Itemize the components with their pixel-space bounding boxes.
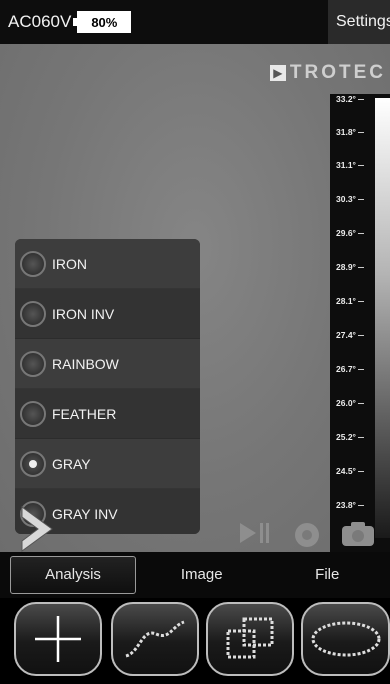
line-tool-button[interactable] [111,602,199,676]
scale-tick: 27.4° [336,330,364,340]
radio-icon[interactable] [20,400,46,427]
camera-icon[interactable] [340,520,376,548]
scale-tick: 25.2° [336,432,364,442]
palette-menu: IRON IRON INV RAINBOW FEATHER GRAY GRAY … [15,239,200,534]
crosshair-icon [35,616,81,662]
play-pause-icon[interactable] [238,520,272,546]
scale-tick: 30.3° [336,194,364,204]
ellipse-tool-button[interactable] [301,602,390,676]
palette-option-iron-inv[interactable]: IRON INV [15,289,200,339]
logo-chevron-icon: ▶ [269,65,286,81]
tab-file[interactable]: File [265,557,390,593]
radio-icon[interactable] [20,350,46,377]
palette-option-rainbow[interactable]: RAINBOW [15,339,200,389]
trotec-logo: ▶ TROTEC [269,62,386,84]
device-name: AC060V [8,12,72,31]
scale-tick: 24.5° [336,466,364,476]
scale-tick: 31.1° [336,160,364,170]
rectangle-tool-button[interactable] [206,602,294,676]
status-bar: AC060V 80% Settings [0,0,390,44]
tab-analysis[interactable]: Analysis [10,556,136,594]
scale-tick: 26.0° [336,398,364,408]
temperature-scale: 33.2° 31.8° 31.1° 30.3° 29.6° 28.9° 28.1… [330,94,390,564]
crosshair-tool-button[interactable] [14,602,102,676]
scale-tick: 29.6° [336,228,364,238]
palette-label: IRON INV [52,305,115,322]
scale-gradient-bar [375,98,390,538]
battery-indicator: 80% [73,11,132,33]
palette-option-feather[interactable]: FEATHER [15,389,200,439]
overlapping-rectangles-icon [226,617,274,659]
curve-line-icon [125,620,185,658]
radio-icon[interactable] [20,250,46,277]
scale-tick: 28.9° [336,262,364,272]
bottom-tabs: Analysis Image File [0,552,390,598]
record-icon[interactable] [292,520,322,550]
thermal-view: ▶ TROTEC 33.2° 31.8° 31.1° 30.3° 29.6° 2… [0,44,390,564]
palette-label: IRON [52,255,87,272]
scale-tick: 26.7° [336,364,364,374]
palette-label: GRAY [52,455,91,472]
palette-option-iron[interactable]: IRON [15,239,200,289]
palette-option-gray[interactable]: GRAY [15,439,200,489]
scale-tick: 23.8° [336,500,364,510]
radio-icon[interactable] [20,300,46,327]
tab-image[interactable]: Image [139,557,265,593]
expand-chevron-icon[interactable] [18,505,56,553]
palette-label: GRAY INV [52,505,118,522]
settings-button[interactable]: Settings [328,0,390,44]
scale-tick: 31.8° [336,127,364,137]
logo-text: TROTEC [289,62,386,83]
palette-label: FEATHER [52,405,117,422]
radio-selected-icon[interactable] [20,450,46,477]
ellipse-icon [311,621,380,657]
palette-label: RAINBOW [52,355,119,372]
scale-tick: 33.2° [336,94,364,104]
analysis-toolbar [0,598,390,684]
scale-tick: 28.1° [336,296,364,306]
